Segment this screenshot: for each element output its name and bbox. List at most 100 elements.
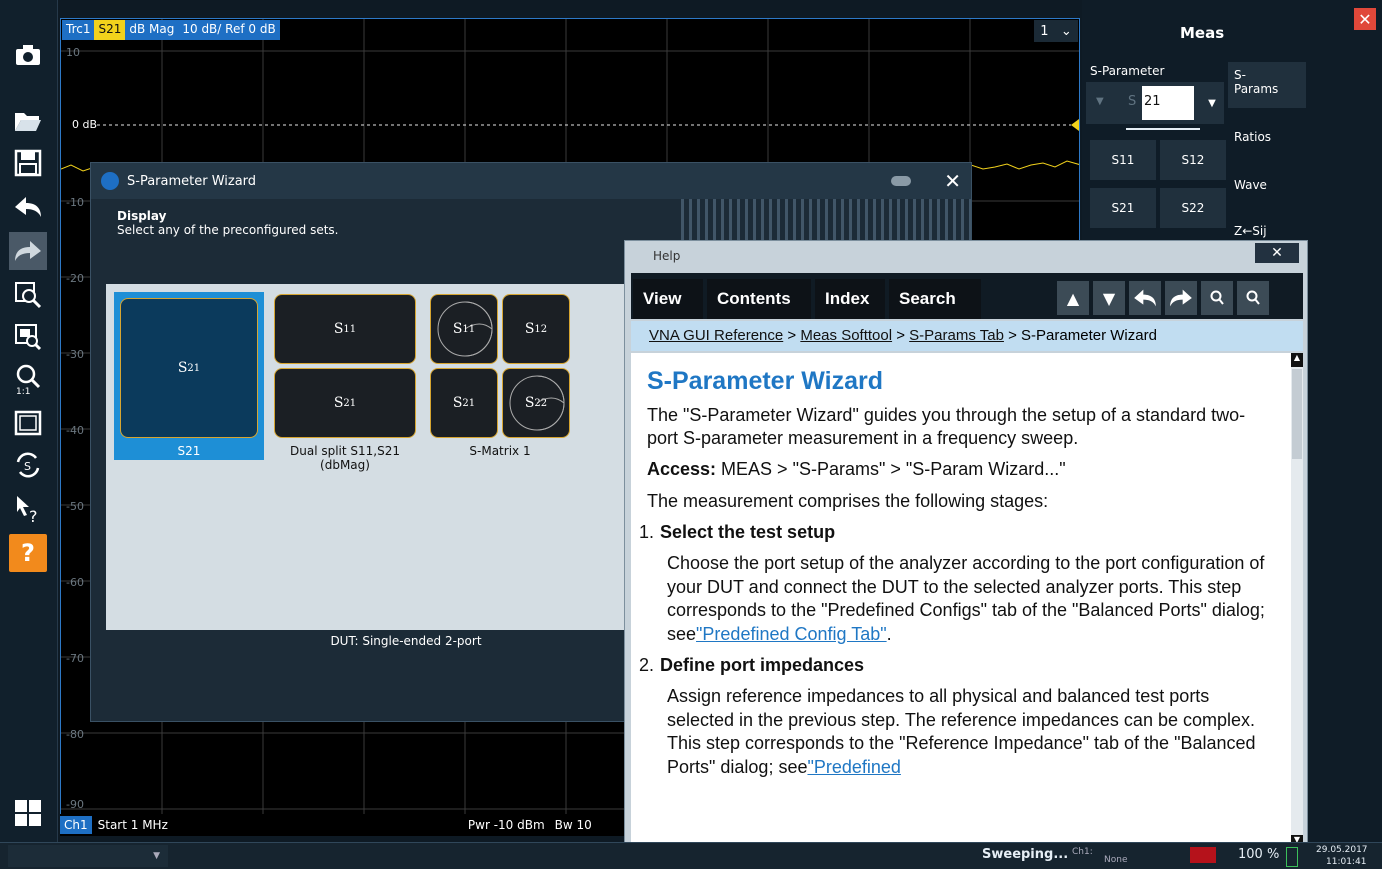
help-scrollbar[interactable]: ▲ ▼ — [1291, 353, 1303, 849]
scrollbar-thumb[interactable] — [1292, 369, 1302, 459]
predefined-link[interactable]: "Predefined — [807, 757, 900, 777]
y-label: -90 — [66, 798, 84, 811]
trace-param[interactable]: S21 — [94, 20, 126, 40]
tab-ratios[interactable]: Ratios — [1228, 124, 1306, 150]
tab-index[interactable]: Index — [815, 279, 885, 319]
svg-text:S: S — [24, 460, 31, 473]
s22-button[interactable]: S22 — [1160, 188, 1226, 228]
toggle-icon[interactable] — [891, 176, 911, 186]
chevron-down-icon[interactable]: ▼ — [1200, 82, 1224, 124]
save-icon[interactable] — [9, 144, 47, 182]
stage-indicator — [681, 199, 971, 241]
tab-contents[interactable]: Contents — [707, 279, 811, 319]
fullscreen-icon[interactable] — [9, 404, 47, 442]
rs-logo-icon — [101, 172, 119, 190]
tab-wave[interactable]: Wave — [1228, 172, 1306, 198]
tile-matrix-s11[interactable]: S 11 — [430, 294, 498, 364]
help-content[interactable]: S-Parameter Wizard The "S-Parameter Wiza… — [631, 353, 1291, 849]
windows-icon[interactable] — [9, 794, 47, 832]
s12-button[interactable]: S12 — [1160, 140, 1226, 180]
step-2-title: 2. Define port impedances — [639, 655, 865, 676]
left-toolbar: 1:1 S ? ? — [0, 0, 58, 842]
y-label: -70 — [66, 652, 84, 665]
zoom-out-icon[interactable] — [1237, 281, 1269, 315]
tile-dual-s11[interactable]: S 11 — [274, 294, 416, 364]
y-label: -50 — [66, 500, 84, 513]
breadcrumb-current: S-Parameter Wizard — [1021, 327, 1157, 344]
bandwidth-label[interactable]: Bw 10 — [555, 818, 592, 832]
zoom-in-icon[interactable] — [1201, 281, 1233, 315]
channel-selector[interactable]: 1 ⌄ — [1034, 20, 1078, 42]
chevron-down-icon: ▼ — [1096, 96, 1104, 107]
sweep-status: Sweeping... — [982, 847, 1069, 862]
s11-button[interactable]: S11 — [1090, 140, 1156, 180]
breadcrumb-link[interactable]: S-Params Tab — [909, 327, 1004, 344]
tab-view[interactable]: View — [633, 279, 703, 319]
zoom-status: 100 % — [1238, 847, 1280, 862]
meas-title: Meas — [1180, 24, 1225, 42]
help-toolbar: View Contents Index Search ▲ ▼ — [631, 273, 1303, 319]
time-status: 11:01:41 — [1326, 857, 1367, 867]
wizard-titlebar: S-Parameter Wizard ✕ — [91, 163, 971, 199]
sparam-input[interactable]: 21 — [1142, 86, 1194, 120]
zoom-icon[interactable] — [9, 276, 47, 314]
zoom-1to1-icon[interactable]: 1:1 — [9, 360, 47, 398]
status-bar: ▼ Sweeping... Ch1: None 100 % 29.05.2017… — [0, 842, 1382, 869]
help-icon[interactable]: ? — [9, 534, 47, 572]
predefined-config-link[interactable]: "Predefined Config Tab" — [696, 624, 887, 644]
undo-icon[interactable] — [9, 188, 47, 226]
y-label: -20 — [66, 272, 84, 285]
tab-s-params[interactable]: S- Params — [1228, 62, 1306, 108]
power-label[interactable]: Pwr -10 dBm — [468, 818, 545, 832]
tab-search[interactable]: Search — [889, 279, 981, 319]
channel-tag[interactable]: Ch1 — [60, 816, 92, 834]
folder-open-icon[interactable] — [9, 102, 47, 140]
y-label: -10 — [66, 196, 84, 209]
sweep-icon[interactable]: S — [9, 446, 47, 484]
trace-format[interactable]: dB Mag — [125, 20, 179, 40]
battery-icon — [1286, 847, 1298, 867]
svg-text:?: ? — [29, 507, 38, 524]
close-icon[interactable]: ✕ — [1354, 8, 1376, 30]
trace-info-bar[interactable]: Trc1 S21 dB Mag 10 dB/ Ref 0 dB — [62, 20, 280, 40]
back-icon[interactable] — [1129, 281, 1161, 315]
tile-s21[interactable]: S 21 — [120, 298, 258, 438]
svg-text:1:1: 1:1 — [16, 387, 30, 395]
step-2-text: Assign reference impedances to all physi… — [667, 686, 1256, 777]
dut-label: DUT: Single-ended 2-port — [106, 630, 706, 656]
zoom-window-icon[interactable] — [9, 318, 47, 356]
redo-icon[interactable] — [9, 232, 47, 270]
wizard-title: S-Parameter Wizard — [127, 173, 257, 189]
step-1-text: Choose the port setup of the analyzer ac… — [667, 553, 1265, 644]
sparam-selector[interactable]: ▼ S 21 ▼ — [1086, 82, 1224, 124]
scroll-up-icon[interactable]: ▲ — [1291, 353, 1303, 367]
channel-status: Ch1: — [1072, 847, 1093, 857]
tile-matrix-s21[interactable]: S 21 — [430, 368, 498, 438]
forward-icon[interactable] — [1165, 281, 1197, 315]
pointer-help-icon[interactable]: ? — [9, 490, 47, 528]
help-window: Help ✕ View Contents Index Search ▲ ▼ VN… — [624, 240, 1308, 852]
breadcrumb-link[interactable]: VNA GUI Reference — [649, 327, 783, 344]
trace-name[interactable]: Trc1 — [62, 20, 95, 40]
trace-scale[interactable]: 10 dB/ Ref 0 dB — [178, 20, 280, 40]
scroll-up-icon[interactable]: ▲ — [1057, 281, 1089, 315]
divider — [1126, 128, 1200, 130]
tile-matrix-s22[interactable]: S 22 — [502, 368, 570, 438]
close-icon[interactable]: ✕ — [944, 169, 961, 193]
start-freq[interactable]: Start 1 MHz — [98, 818, 168, 832]
chevron-down-icon: ⌄ — [1060, 23, 1072, 39]
close-icon[interactable]: ✕ — [1255, 243, 1299, 263]
scroll-down-icon[interactable]: ▼ — [1093, 281, 1125, 315]
tile-dual-s21[interactable]: S 21 — [274, 368, 416, 438]
s21-button[interactable]: S21 — [1090, 188, 1156, 228]
chevron-down-icon[interactable]: ▼ — [8, 845, 168, 867]
sparam-prefix: S — [1128, 94, 1137, 109]
tile-matrix-s12[interactable]: S 12 — [502, 294, 570, 364]
caption-matrix: S-Matrix 1 — [469, 444, 531, 458]
breadcrumb-link[interactable]: Meas Softtool — [800, 327, 892, 344]
camera-icon[interactable] — [9, 36, 47, 74]
y-label: -80 — [66, 728, 84, 741]
y-label: -40 — [66, 424, 84, 437]
caption-s21: S21 — [177, 444, 201, 458]
date-status: 29.05.2017 — [1316, 845, 1368, 855]
